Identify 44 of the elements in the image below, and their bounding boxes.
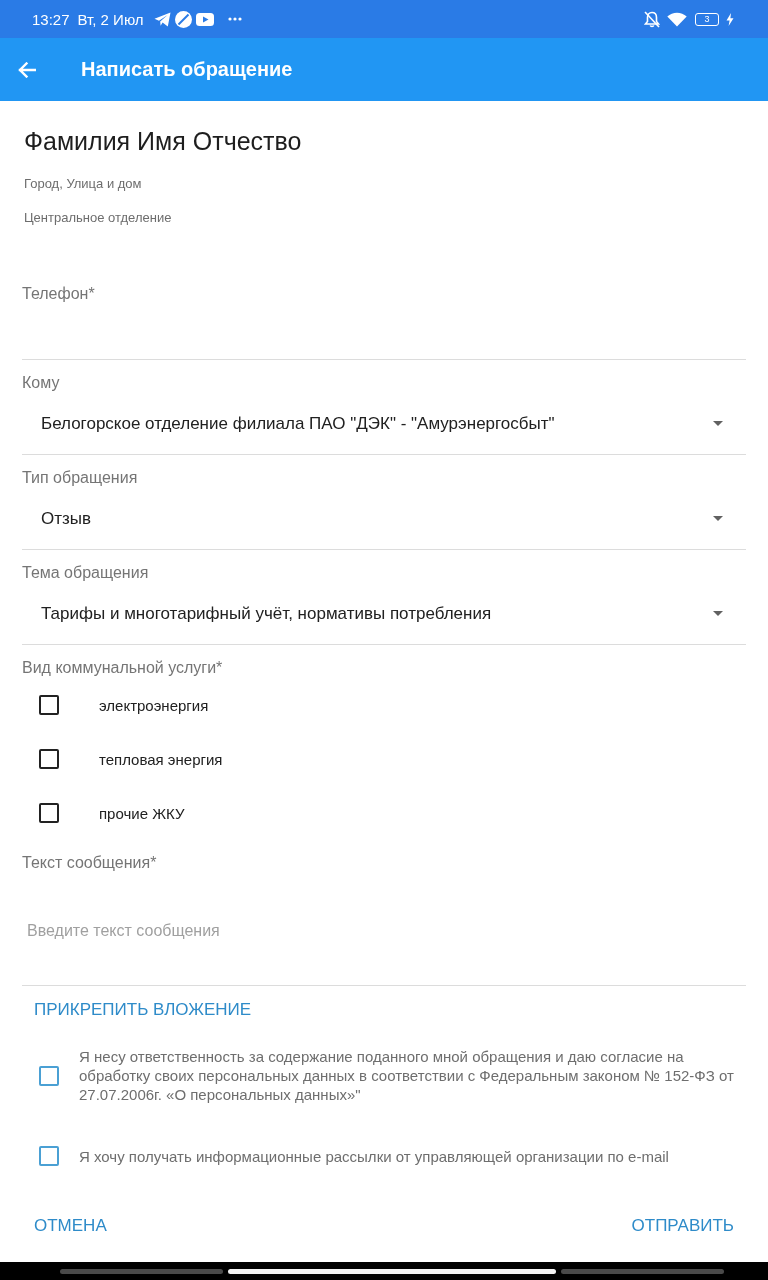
nav-handle[interactable] bbox=[228, 1268, 556, 1274]
nav-handle[interactable] bbox=[60, 1268, 223, 1274]
checkbox[interactable] bbox=[39, 695, 59, 715]
slashed-circle-icon bbox=[174, 10, 192, 28]
status-date: Вт, 2 Июл bbox=[77, 10, 144, 28]
dropdown[interactable]: Белогорское отделение филиала ПАО "ДЭК" - "Амурэнергосбыт" bbox=[22, 393, 746, 455]
field-label: Тема обращения bbox=[22, 563, 149, 583]
dropdown[interactable]: Отзыв bbox=[22, 488, 746, 550]
bell-off-icon bbox=[644, 10, 660, 28]
field-label: Тип обращения bbox=[22, 468, 138, 488]
action-button[interactable]: ОТПРАВИТЬ bbox=[619, 1210, 746, 1242]
field-label: Вид коммунальной услуги* bbox=[22, 658, 223, 678]
checkbox[interactable] bbox=[39, 1065, 59, 1086]
screen-title: Написать обращение bbox=[81, 58, 293, 81]
video-play-icon bbox=[195, 12, 214, 26]
nav-handle[interactable] bbox=[561, 1268, 724, 1274]
battery-icon: 3 bbox=[695, 12, 719, 26]
caret-icon bbox=[713, 611, 723, 616]
dots-icon bbox=[227, 17, 242, 21]
field-label: Телефон* bbox=[22, 284, 95, 304]
consent-text: Я несу ответственность за содержание поданного мной обращения и даю согласие на обработку своих персональных данных в соответствии с Федеральным законом № 152-ФЗ от 27.07.2006г. «О персональных данных»" bbox=[79, 1047, 735, 1104]
attach-link[interactable]: ПРИКРЕПИТЬ ВЛОЖЕНИЕ bbox=[22, 994, 264, 1026]
message-input-field[interactable]: Введите текст сообщения bbox=[22, 873, 746, 986]
dropdown[interactable]: Тарифы и многотарифный учёт, нормативы потребления bbox=[22, 583, 746, 645]
option-label: тепловая энергия bbox=[99, 750, 223, 768]
paper-plane-icon bbox=[153, 11, 171, 27]
option-label: электроэнергия bbox=[99, 696, 209, 714]
back-arrow-icon[interactable] bbox=[18, 61, 36, 78]
checkbox[interactable] bbox=[39, 749, 59, 769]
caret-icon bbox=[713, 421, 723, 426]
user-department: Центральное отделение bbox=[23, 209, 172, 226]
charging-bolt-icon bbox=[726, 12, 734, 26]
checkbox[interactable] bbox=[39, 1146, 59, 1166]
consent-text: Я хочу получать информационные рассылки от управляющей организации по e-mail bbox=[79, 1146, 669, 1166]
wifi-icon bbox=[667, 11, 687, 27]
field-label: Кому bbox=[22, 373, 60, 393]
action-button[interactable]: ОТМЕНА bbox=[22, 1210, 119, 1242]
user-name: Фамилия Имя Отчество bbox=[23, 126, 302, 156]
checkbox[interactable] bbox=[39, 803, 59, 823]
field-label: Текст сообщения* bbox=[22, 853, 157, 873]
option-label: прочие ЖКУ bbox=[99, 804, 185, 822]
caret-icon bbox=[713, 516, 723, 521]
user-address: Город, Улица и дом bbox=[23, 175, 142, 192]
status-time: 13:27 bbox=[32, 10, 70, 28]
